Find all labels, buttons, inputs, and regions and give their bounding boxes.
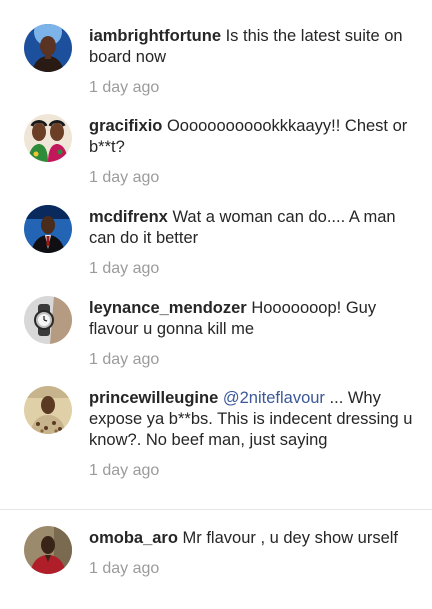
- profile-photo-man-patterned-shirt-icon: [24, 386, 72, 434]
- avatar[interactable]: [24, 386, 72, 434]
- avatar[interactable]: [24, 114, 72, 162]
- comment-text: Mr flavour , u dey show urself: [177, 529, 399, 547]
- comment-body: gracifixio Oooooooooookkkaayy!! Chest or…: [89, 116, 414, 188]
- comment-timestamp[interactable]: 1 day ago: [89, 460, 414, 481]
- divider: [0, 509, 432, 510]
- comment-username[interactable]: gracifixio: [89, 117, 162, 135]
- comment-timestamp[interactable]: 1 day ago: [89, 77, 414, 98]
- profile-photo-two-women-icon: [24, 114, 72, 162]
- avatar[interactable]: [24, 296, 72, 344]
- comment-mention-link[interactable]: @2niteflavour: [223, 389, 325, 407]
- comment-timestamp[interactable]: 1 day ago: [89, 258, 414, 279]
- profile-photo-man-suit-icon: [24, 205, 72, 253]
- comment-body: leynance_mendozer Hooooooop! Guy flavour…: [89, 298, 414, 370]
- avatar[interactable]: [24, 24, 72, 72]
- comment-body: iambrightfortune Is this the latest suit…: [89, 26, 414, 98]
- comment-timestamp[interactable]: 1 day ago: [89, 349, 414, 370]
- comment-body: mcdifrenx Wat a woman can do.... A man c…: [89, 207, 414, 279]
- comment-username[interactable]: mcdifrenx: [89, 208, 168, 226]
- comment-timestamp[interactable]: 1 day ago: [89, 167, 414, 188]
- comment-username[interactable]: leynance_mendozer: [89, 299, 247, 317]
- profile-photo-man-blue-background-icon: [24, 24, 72, 72]
- avatar[interactable]: [24, 526, 72, 574]
- comment-timestamp[interactable]: 1 day ago: [89, 558, 414, 579]
- profile-photo-man-red-shirt-icon: [24, 526, 72, 574]
- avatar[interactable]: [24, 205, 72, 253]
- comment-body: omoba_aro Mr flavour , u dey show urself…: [89, 528, 414, 579]
- comment-body: princewilleugine @2niteflavour ... Why e…: [89, 388, 414, 481]
- comment-username[interactable]: iambrightfortune: [89, 27, 221, 45]
- profile-photo-wristwatch-icon: [24, 296, 72, 344]
- comment-username[interactable]: princewilleugine: [89, 389, 218, 407]
- comment-username[interactable]: omoba_aro: [89, 529, 178, 547]
